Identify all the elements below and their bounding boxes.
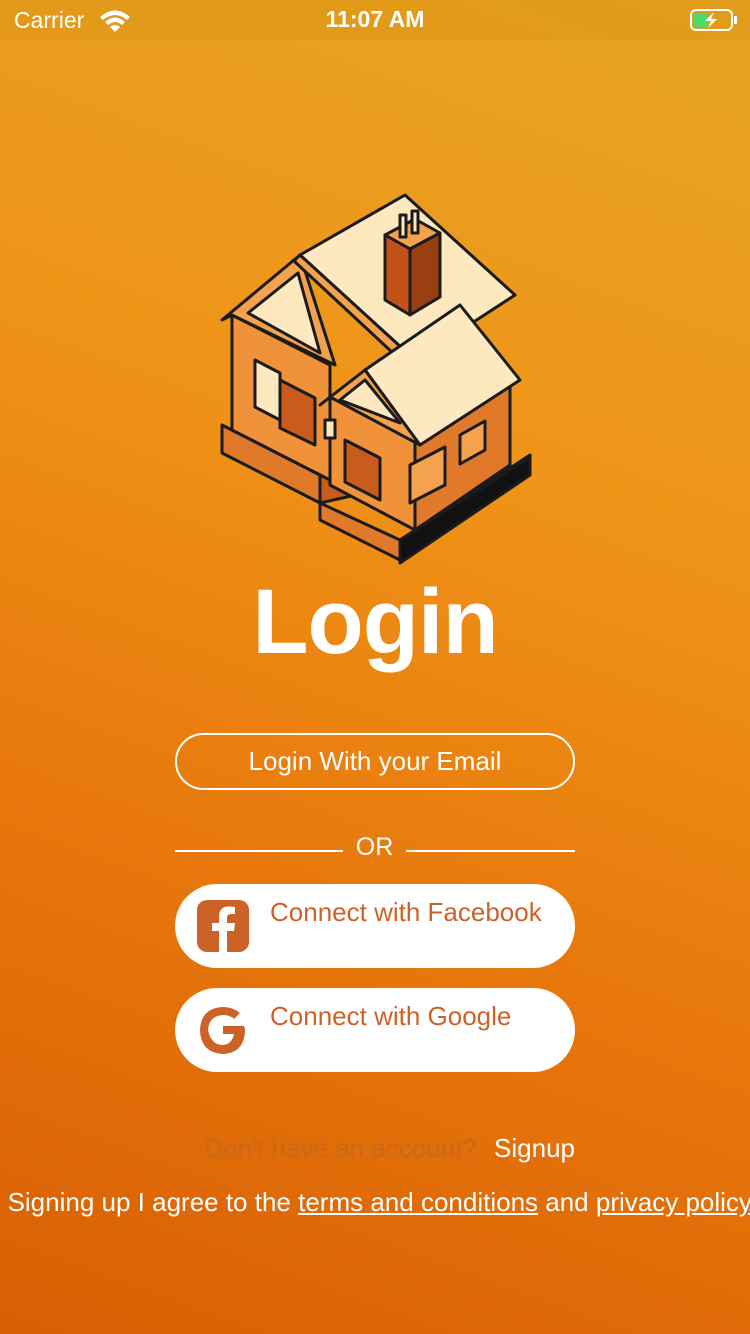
login-with-email-button[interactable]: Login With your Email [175,733,575,790]
page-title: Login [252,571,498,673]
terms-middle: and [545,1187,596,1217]
clock: 11:07 AM [325,6,425,32]
or-label: OR [355,833,394,861]
house-illustration [220,193,532,565]
terms-and-conditions-link[interactable]: terms and conditions [298,1187,538,1217]
battery-charging-icon [690,9,737,31]
google-icon [200,1007,245,1054]
status-bar: Carrier 11:07 AM [0,0,750,40]
connect-google-label: Connect with Google [270,1001,512,1031]
signup-prompt: Don't have an account? [204,1133,477,1163]
facebook-icon [197,900,249,952]
connect-facebook-label: Connect with Facebook [270,897,542,927]
signup-link[interactable]: Signup [494,1133,575,1163]
terms-row: By Signing up I agree to the terms and c… [0,1187,750,1218]
connect-facebook-button[interactable]: Connect with Facebook [175,884,575,968]
connect-google-button[interactable]: Connect with Google [175,988,575,1072]
divider-right [406,850,575,852]
login-with-email-label: Login With your Email [248,746,502,776]
privacy-policy-link[interactable]: privacy policy [596,1187,750,1217]
divider-left [175,850,343,852]
terms-prefix: By Signing up I agree to the [0,1187,299,1217]
signup-row: Don't have an account? Signup [204,1133,575,1164]
